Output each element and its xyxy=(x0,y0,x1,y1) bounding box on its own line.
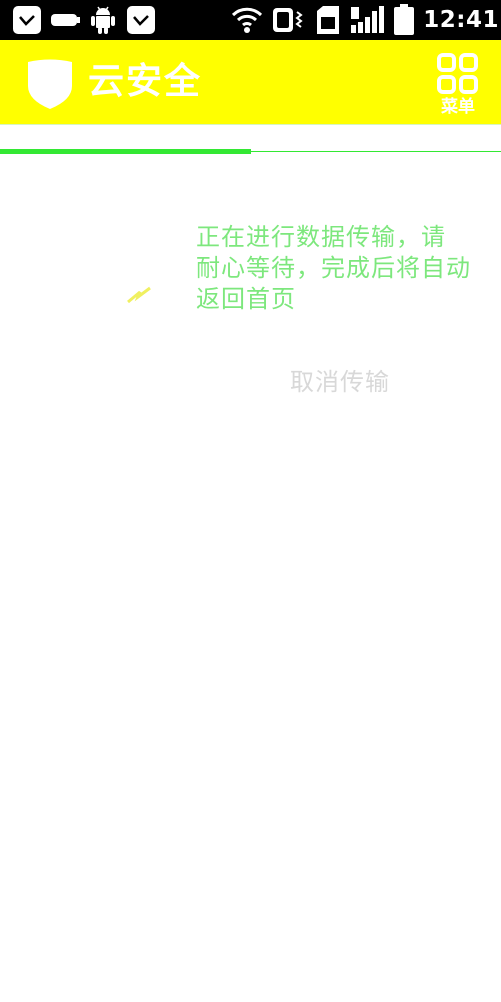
menu-label: 菜单 xyxy=(441,97,475,117)
status-bar: 12:41 xyxy=(0,0,501,40)
menu-grid-icon xyxy=(437,53,478,94)
status-right-icons: 12:41 xyxy=(231,4,499,36)
battery-icon xyxy=(394,4,415,35)
status-clock: 12:41 xyxy=(423,7,499,33)
notification-icon xyxy=(13,6,41,34)
shield-icon xyxy=(28,59,72,109)
status-message-line: 返回首页 xyxy=(196,285,296,313)
progress-fill xyxy=(0,149,251,154)
wifi-icon xyxy=(232,7,263,33)
menu-button[interactable]: 菜单 xyxy=(435,51,481,119)
app-bar-divider xyxy=(0,124,501,125)
cancel-transfer-link[interactable]: 取消传输 xyxy=(290,362,390,397)
app-title: 云安全 xyxy=(88,61,203,102)
status-message-line: 耐心等待，完成后将自动 xyxy=(196,254,471,282)
vibrate-icon xyxy=(273,8,303,32)
screen: 12:41 云安全 菜单 正在进行数据传输，请 耐心等待，完成后将自动 返回首页… xyxy=(0,0,501,1002)
status-message: 正在进行数据传输，请 耐心等待，完成后将自动 返回首页 xyxy=(196,222,486,315)
notification-icon xyxy=(127,6,155,34)
sim-icon xyxy=(317,6,340,34)
status-left-icons xyxy=(12,5,156,35)
loading-icon xyxy=(127,286,151,304)
battery-pill-icon xyxy=(51,14,80,26)
signal-icon xyxy=(351,6,385,33)
android-icon xyxy=(91,6,115,34)
status-message-line: 正在进行数据传输，请 xyxy=(196,223,446,251)
app-bar: 云安全 菜单 xyxy=(0,40,501,124)
